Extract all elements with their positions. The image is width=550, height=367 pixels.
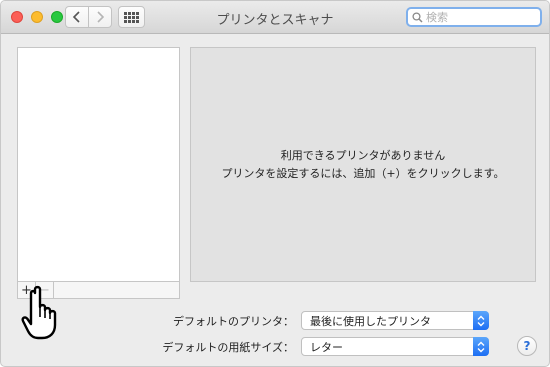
printer-list[interactable] bbox=[17, 47, 180, 282]
printer-detail-pane: 利用できるプリンタがありません プリンタを設定するには、追加（+）をクリックしま… bbox=[190, 47, 536, 282]
paper-size-row: デフォルトの用紙サイズ： レター bbox=[1, 337, 489, 356]
help-button[interactable]: ? bbox=[517, 336, 537, 356]
title-bar: プリンタとスキャナ bbox=[1, 1, 549, 34]
search-input[interactable] bbox=[426, 10, 536, 24]
updown-arrows-icon bbox=[473, 311, 489, 330]
search-field[interactable] bbox=[406, 7, 542, 27]
chevron-right-icon bbox=[97, 11, 105, 23]
default-printer-row: デフォルトのプリンタ： 最後に使用したプリンタ bbox=[1, 311, 489, 330]
minimize-window-button[interactable] bbox=[31, 11, 43, 23]
close-window-button[interactable] bbox=[11, 11, 23, 23]
default-printer-value: 最後に使用したプリンタ bbox=[310, 314, 431, 328]
search-icon bbox=[412, 11, 423, 23]
printers-scanners-window: プリンタとスキャナ + − 利用できるプリンタがありません プリンタを設定するに… bbox=[0, 0, 550, 367]
forward-button[interactable] bbox=[88, 6, 112, 28]
pointing-hand-cursor-icon bbox=[21, 285, 57, 340]
paper-size-value: レター bbox=[310, 340, 343, 354]
show-all-button[interactable] bbox=[118, 6, 145, 28]
zoom-window-button[interactable] bbox=[51, 11, 63, 23]
updown-arrows-icon bbox=[473, 337, 489, 356]
no-printers-message: 利用できるプリンタがありません bbox=[280, 148, 446, 162]
back-button[interactable] bbox=[65, 6, 89, 28]
grid-icon bbox=[124, 11, 139, 23]
add-printer-instruction: プリンタを設定するには、追加（+）をクリックします。 bbox=[221, 166, 505, 180]
paper-size-popup[interactable]: レター bbox=[301, 337, 489, 356]
chevron-left-icon bbox=[72, 11, 80, 23]
default-printer-popup[interactable]: 最後に使用したプリンタ bbox=[301, 311, 489, 330]
